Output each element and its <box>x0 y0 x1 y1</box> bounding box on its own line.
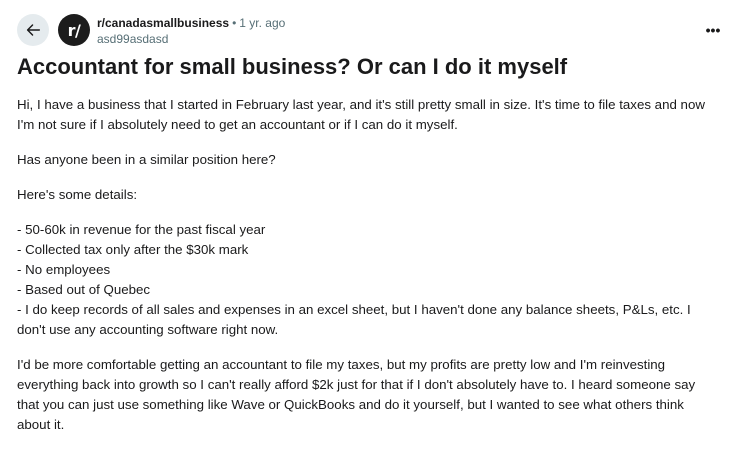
list-item: - Based out of Quebec <box>17 282 151 297</box>
list-item: - I do keep records of all sales and exp… <box>17 302 691 337</box>
post-paragraph: Hi, I have a business that I started in … <box>17 97 705 132</box>
arrow-left-icon <box>26 24 41 36</box>
post-paragraph: Here's some details: <box>17 187 138 202</box>
back-button[interactable] <box>17 14 49 46</box>
post-title: Accountant for small business? Or can I … <box>17 54 568 79</box>
post-page: r/ r/canadasmallbusiness • 1 yr. ago asd99… <box>0 0 733 456</box>
list-item: - 50-60k in revenue for the past fiscal … <box>17 222 266 237</box>
post-paragraph: I'd be more comfortable getting an accou… <box>17 357 696 432</box>
more-horizontal-icon: ••• <box>705 22 721 38</box>
subreddit-link[interactable]: r/canadasmallbusiness <box>97 16 229 30</box>
more-options-button[interactable]: ••• <box>700 20 726 40</box>
author-username[interactable]: asd99asdasd <box>97 31 285 47</box>
post-paragraph: Has anyone been in a similar position he… <box>17 152 276 167</box>
avatar-text: r/ <box>67 20 81 40</box>
post-meta-top: r/canadasmallbusiness • 1 yr. ago <box>97 15 285 31</box>
post-age: 1 yr. ago <box>239 16 286 30</box>
post-meta: r/canadasmallbusiness • 1 yr. ago asd99asd… <box>97 15 285 47</box>
list-item: - No employees <box>17 262 111 277</box>
meta-separator: • <box>232 16 237 30</box>
list-item: - Collected tax only after the $30k mark <box>17 242 249 257</box>
subreddit-avatar[interactable]: r/ <box>58 14 90 46</box>
details-list: - 50-60k in revenue for the past fiscal … <box>17 220 717 340</box>
post-body: Hi, I have a business that I started in … <box>17 95 717 450</box>
